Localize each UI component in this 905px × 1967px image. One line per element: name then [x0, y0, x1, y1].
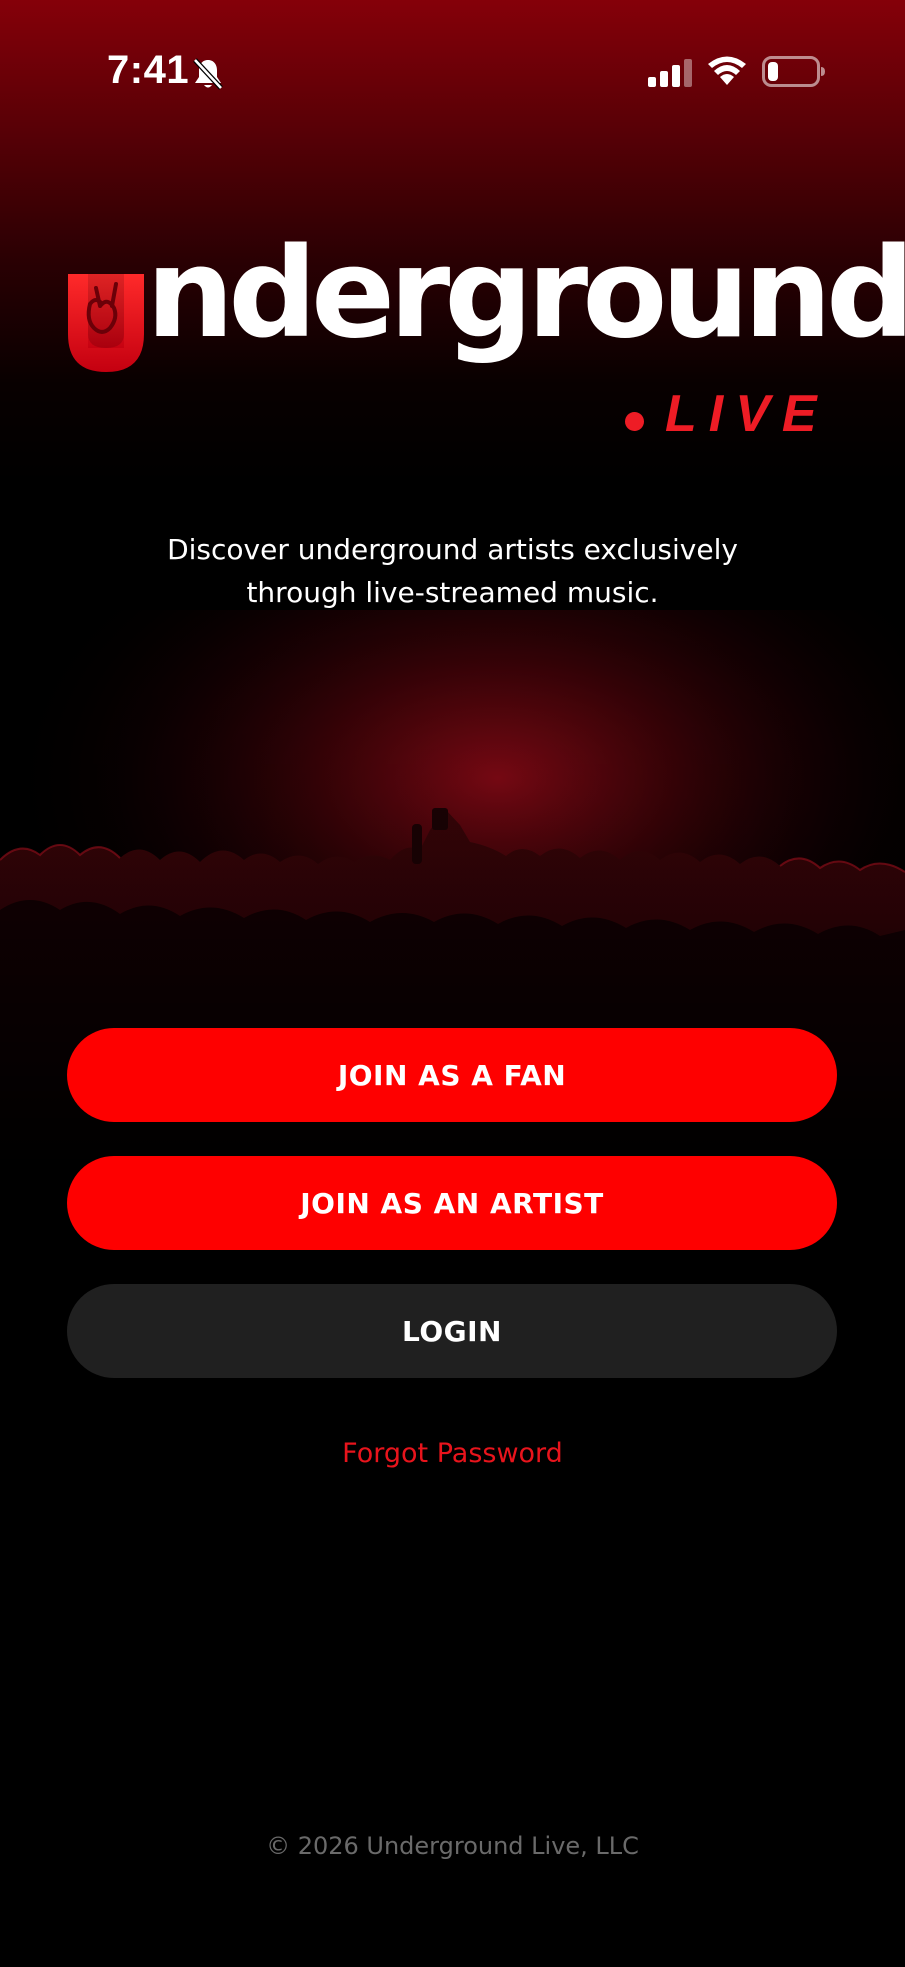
- join-as-artist-button[interactable]: JOIN AS AN ARTIST: [67, 1156, 837, 1250]
- welcome-screen: 7:41 nderground LIVE Discover undergroun…: [0, 0, 905, 1967]
- status-time: 7:41: [107, 48, 190, 92]
- forgot-password-link[interactable]: Forgot Password: [0, 1438, 905, 1469]
- app-tagline: Discover underground artists exclusively…: [60, 528, 845, 614]
- bell-slash-icon: [192, 57, 224, 95]
- wifi-icon: [707, 55, 747, 91]
- battery-low-icon: [762, 56, 826, 92]
- cellular-signal-icon: [647, 58, 693, 92]
- logo-live-text: LIVE: [665, 385, 829, 443]
- app-logo: nderground LIVE: [62, 232, 905, 452]
- tagline-line-1: Discover underground artists exclusively: [167, 533, 738, 566]
- join-as-fan-button[interactable]: JOIN AS A FAN: [67, 1028, 837, 1122]
- logo-dot: [625, 412, 644, 431]
- tagline-line-2: through live-streamed music.: [246, 576, 659, 609]
- login-button[interactable]: LOGIN: [67, 1284, 837, 1378]
- logo-wordmark: nderground: [146, 222, 905, 366]
- copyright-text: © 2026 Underground Live, LLC: [266, 1832, 639, 1860]
- status-bar: 7:41: [0, 0, 905, 150]
- rock-hand-logo-icon: [66, 274, 146, 378]
